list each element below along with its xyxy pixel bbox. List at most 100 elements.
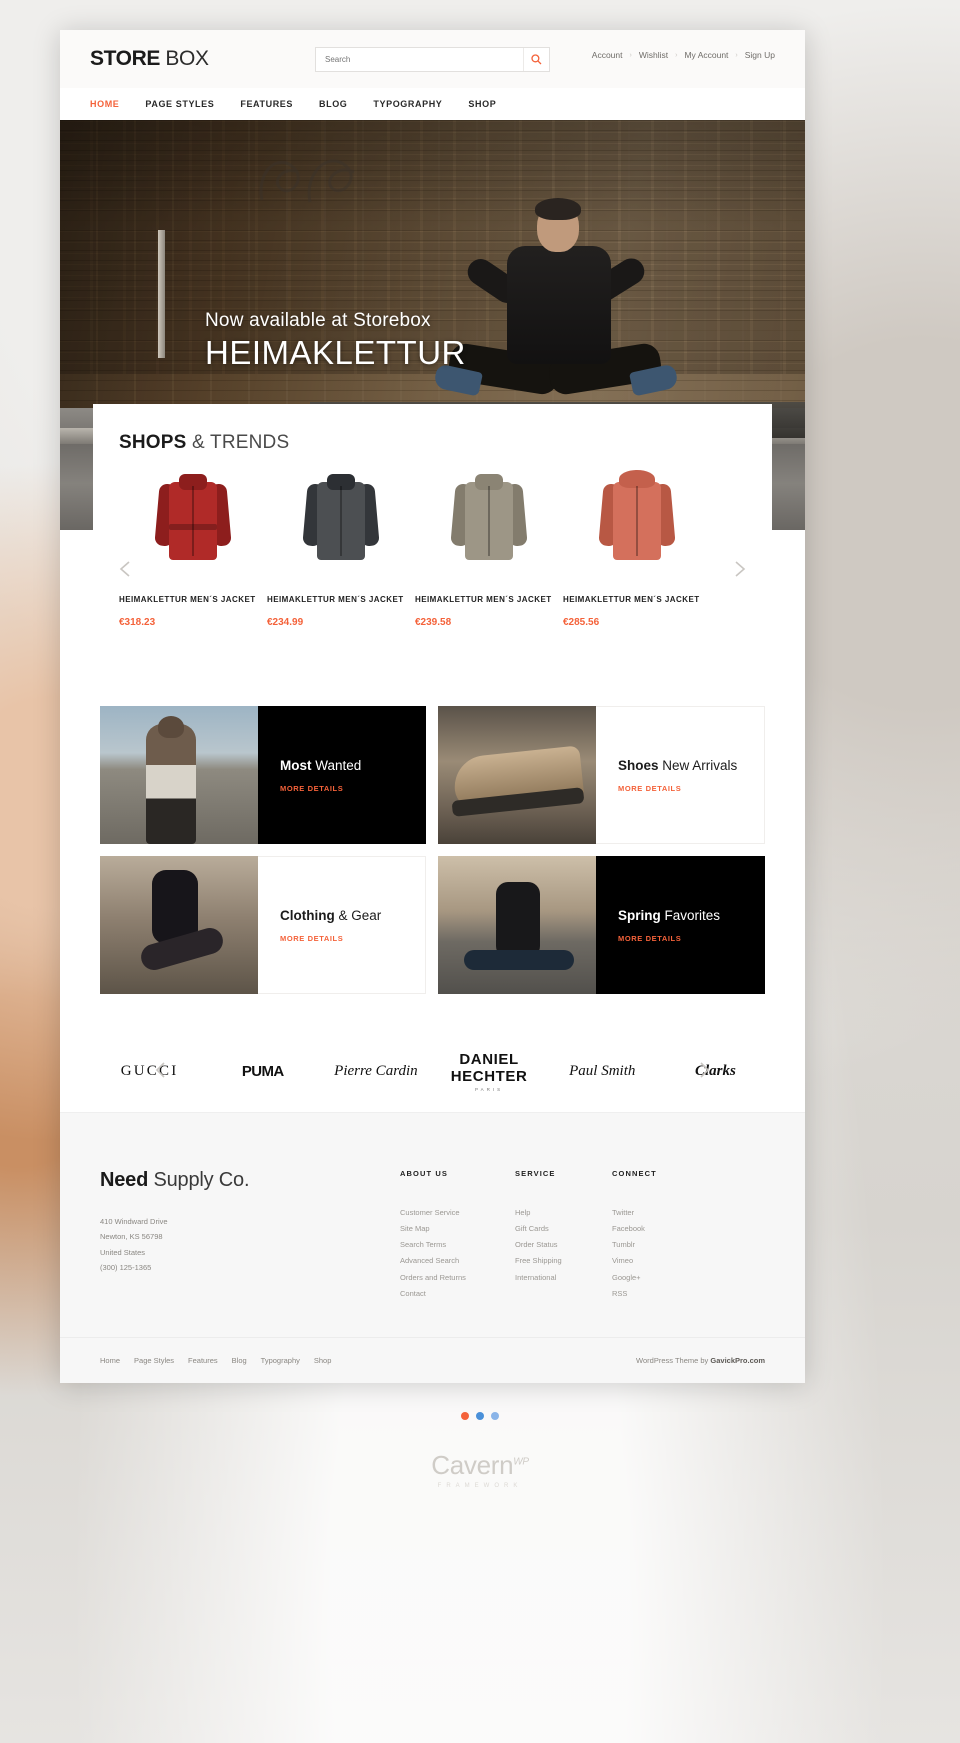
page-carousel-dots	[0, 1412, 960, 1420]
site-header: STORE BOX Account › Wishlist › My Accoun…	[60, 30, 805, 88]
hero-title: HEIMAKLETTUR	[205, 334, 466, 371]
product-image	[563, 462, 711, 572]
promo-panel: Spring Favorites MORE DETAILS	[596, 856, 765, 994]
promo-title-light: Wanted	[311, 757, 362, 773]
footer-bottom-bar: Home Page Styles Features Blog Typograph…	[60, 1337, 805, 1383]
footer-bottom-link-page-styles[interactable]: Page Styles	[134, 1356, 174, 1365]
promo-tile-shoes[interactable]: Shoes New Arrivals MORE DETAILS	[438, 706, 765, 844]
product-carousel: HEIMAKLETTUR MEN´S JACKET €318.23 HEIMAK…	[93, 462, 772, 628]
footer-link[interactable]: Facebook	[612, 1224, 645, 1233]
account-link-wishlist[interactable]: Wishlist	[639, 50, 668, 60]
product-name: HEIMAKLETTUR MEN´S JACKET	[267, 595, 404, 604]
footer-bottom-link-blog[interactable]: Blog	[232, 1356, 247, 1365]
brand-logo-pierre-cardin[interactable]: Pierre Cardin	[319, 1063, 432, 1080]
brand-logo-daniel-hechter[interactable]: DANIEL HECHTER PARIS	[433, 1051, 546, 1092]
brand-logo-puma[interactable]: PUMA	[206, 1063, 319, 1080]
promo-title-bold: Spring	[618, 907, 661, 923]
nav-item-home[interactable]: HOME	[90, 99, 119, 109]
footer-link-item: Help	[515, 1205, 612, 1221]
promo-tile-clothing[interactable]: Clothing & Gear MORE DETAILS	[100, 856, 426, 994]
footer-bottom-link-shop[interactable]: Shop	[314, 1356, 332, 1365]
account-link-account[interactable]: Account	[592, 50, 623, 60]
footer-link[interactable]: Gift Cards	[515, 1224, 549, 1233]
footer-brand: Need Supply Co. 410 Windward Drive Newto…	[100, 1169, 400, 1302]
footer-link-item: Vimeo	[612, 1253, 709, 1269]
brand-logo-paul-smith[interactable]: Paul Smith	[546, 1063, 659, 1080]
footer-link[interactable]: Customer Service	[400, 1208, 460, 1217]
product-card[interactable]: HEIMAKLETTUR MEN´S JACKET €285.56	[563, 462, 711, 628]
promo-image	[438, 856, 596, 994]
promo-title-light: & Gear	[334, 907, 382, 923]
search-input[interactable]	[316, 48, 523, 71]
footer-link-item: International	[515, 1270, 612, 1286]
nav-item-blog[interactable]: BLOG	[319, 99, 347, 109]
brand-logo-clarks[interactable]: Clarks	[659, 1063, 772, 1080]
nav-item-shop[interactable]: SHOP	[468, 99, 496, 109]
footer-link-item: Google+	[612, 1270, 709, 1286]
account-link-my-account[interactable]: My Account	[684, 50, 728, 60]
footer-link[interactable]: International	[515, 1273, 556, 1282]
search-bar[interactable]	[315, 47, 550, 72]
footer-link[interactable]: Free Shipping	[515, 1256, 562, 1265]
product-card[interactable]: HEIMAKLETTUR MEN´S JACKET €234.99	[267, 462, 415, 628]
carousel-dot-2[interactable]	[476, 1412, 484, 1420]
footer-link-item: Contact	[400, 1286, 515, 1302]
promo-title: Spring Favorites	[618, 907, 743, 925]
footer-link-item: Gift Cards	[515, 1221, 612, 1237]
footer-bottom-link-features[interactable]: Features	[188, 1356, 218, 1365]
product-price: €285.56	[563, 617, 600, 629]
footer-link[interactable]: Orders and Returns	[400, 1273, 466, 1282]
nav-item-typography[interactable]: TYPOGRAPHY	[373, 99, 442, 109]
footer-link-item: RSS	[612, 1286, 709, 1302]
promo-tile-most-wanted[interactable]: Most Wanted MORE DETAILS	[100, 706, 426, 844]
footer-bottom-link-home[interactable]: Home	[100, 1356, 120, 1365]
brand-logo-gucci[interactable]: GUCCI	[93, 1063, 206, 1080]
carousel-dot-1[interactable]	[461, 1412, 469, 1420]
footer-link[interactable]: Site Map	[400, 1224, 430, 1233]
promo-more-details-link[interactable]: MORE DETAILS	[280, 784, 404, 793]
product-card[interactable]: HEIMAKLETTUR MEN´S JACKET €318.23	[119, 462, 267, 628]
product-card[interactable]: HEIMAKLETTUR MEN´S JACKET €239.58	[415, 462, 563, 628]
promo-title: Most Wanted	[280, 757, 404, 775]
footer-brand-name: Need Supply Co.	[100, 1169, 400, 1192]
promo-more-details-link[interactable]: MORE DETAILS	[618, 934, 743, 943]
promo-tile-spring[interactable]: Spring Favorites MORE DETAILS	[438, 856, 765, 994]
footer-link[interactable]: Vimeo	[612, 1256, 633, 1265]
footer-link[interactable]: Contact	[400, 1289, 426, 1298]
brands-next-arrow[interactable]	[694, 1060, 714, 1080]
footer-column-heading: SERVICE	[515, 1169, 556, 1178]
footer-link[interactable]: Google+	[612, 1273, 641, 1282]
footer-bottom-link-typography[interactable]: Typography	[261, 1356, 300, 1365]
footer-link-item: Order Status	[515, 1237, 612, 1253]
footer-column-connect: CONNECT Twitter Facebook Tumblr Vimeo Go…	[612, 1169, 709, 1302]
footer-link-item: Orders and Returns	[400, 1270, 515, 1286]
promo-more-details-link[interactable]: MORE DETAILS	[618, 784, 742, 793]
footer-link[interactable]: Help	[515, 1208, 530, 1217]
promo-more-details-link[interactable]: MORE DETAILS	[280, 934, 403, 943]
product-price: €234.99	[267, 617, 304, 629]
carousel-dot-3[interactable]	[491, 1412, 499, 1420]
search-icon	[531, 54, 542, 65]
footer-link[interactable]: Search Terms	[400, 1240, 446, 1249]
copyright-brand-link[interactable]: GavickPro.com	[710, 1356, 765, 1365]
product-image	[415, 462, 563, 572]
footer-link[interactable]: Order Status	[515, 1240, 558, 1249]
promo-panel: Clothing & Gear MORE DETAILS	[258, 856, 426, 994]
footer-link[interactable]: RSS	[612, 1289, 627, 1298]
footer-link[interactable]: Tumblr	[612, 1240, 635, 1249]
promo-image	[100, 856, 258, 994]
promo-grid: Most Wanted MORE DETAILS Shoes New Arriv…	[100, 706, 765, 1006]
brands-prev-arrow[interactable]	[151, 1060, 171, 1080]
footer-link[interactable]: Twitter	[612, 1208, 634, 1217]
footer-copyright: WordPress Theme by GavickPro.com	[636, 1356, 765, 1365]
footer-bottom-links: Home Page Styles Features Blog Typograph…	[100, 1356, 331, 1365]
footer-column-service: SERVICE Help Gift Cards Order Status Fre…	[515, 1169, 612, 1302]
search-button[interactable]	[523, 48, 549, 71]
footer-link-item: Search Terms	[400, 1237, 515, 1253]
account-link-sign-up[interactable]: Sign Up	[745, 50, 775, 60]
footer-link[interactable]: Advanced Search	[400, 1256, 459, 1265]
nav-item-page-styles[interactable]: PAGE STYLES	[145, 99, 214, 109]
promo-title-bold: Clothing	[280, 907, 335, 923]
site-logo[interactable]: STORE BOX	[90, 47, 209, 71]
nav-item-features[interactable]: FEATURES	[240, 99, 293, 109]
